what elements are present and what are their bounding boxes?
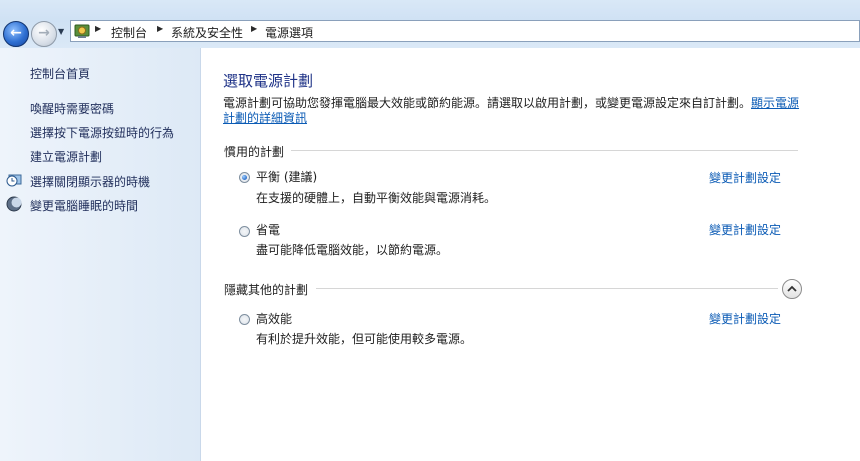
breadcrumb-control-panel[interactable]: 控制台 (111, 24, 147, 41)
sidebar-item-display-off[interactable]: 選擇關閉顯示器的時機 (30, 173, 150, 190)
collapse-button[interactable] (782, 279, 802, 299)
chevron-up-icon (787, 285, 797, 292)
preferred-plans-header: 慣用的計劃 (224, 145, 285, 159)
address-toolbar: ← → ▼ ▶ 控制台 ▶ 系統及安全性 ▶ 電源選項 (0, 0, 860, 48)
recent-pages-dropdown[interactable]: ▼ (58, 27, 64, 36)
plan-high-performance-name[interactable]: 高效能 (256, 310, 292, 327)
sidebar-item-sleep-time[interactable]: 變更電腦睡眠的時間 (30, 197, 138, 214)
back-button[interactable]: ← (3, 21, 29, 47)
control-panel-icon (74, 24, 90, 38)
change-plan-settings-link[interactable]: 變更計劃設定 (709, 310, 781, 327)
plan-high-performance-desc: 有利於提升效能，但可能使用較多電源。 (256, 332, 473, 346)
page-description: 電源計劃可協助您發揮電腦最大效能或節約能源。請選取以啟用計劃，或變更電源設定來自… (223, 96, 803, 126)
sidebar-item-home[interactable]: 控制台首頁 (30, 65, 90, 82)
change-plan-settings-link[interactable]: 變更計劃設定 (709, 169, 781, 186)
page-title: 選取電源計劃 (223, 72, 314, 90)
moon-sleep-icon (6, 196, 22, 212)
description-text: 電源計劃可協助您發揮電腦最大效能或節約能源。請選取以啟用計劃，或變更電源設定來自… (223, 96, 752, 110)
change-plan-settings-link[interactable]: 變更計劃設定 (709, 221, 781, 238)
plan-balanced-desc: 在支援的硬體上，自動平衡效能與電源消耗。 (256, 191, 497, 205)
breadcrumb-separator-icon[interactable]: ▶ (157, 24, 163, 33)
breadcrumb-system-security[interactable]: 系統及安全性 (171, 24, 243, 41)
breadcrumb-separator-icon[interactable]: ▶ (251, 24, 257, 33)
hidden-plans-header: 隱藏其他的計劃 (224, 283, 309, 297)
clock-monitor-icon (6, 174, 22, 187)
plan-high-performance-radio[interactable] (239, 314, 250, 325)
breadcrumb-power-options[interactable]: 電源選項 (265, 24, 313, 41)
sidebar-item-power-button[interactable]: 選擇按下電源按鈕時的行為 (30, 124, 174, 141)
sidebar-item-wake-password[interactable]: 喚醒時需要密碼 (30, 100, 114, 117)
address-bar[interactable]: ▶ 控制台 ▶ 系統及安全性 ▶ 電源選項 (70, 20, 860, 42)
plan-balanced-radio[interactable] (239, 172, 250, 183)
breadcrumb-separator-icon[interactable]: ▶ (95, 24, 101, 33)
forward-button[interactable]: → (31, 21, 57, 47)
sidebar-item-create-plan[interactable]: 建立電源計劃 (30, 148, 102, 165)
divider (291, 150, 798, 151)
divider (316, 288, 778, 289)
plan-balanced-name[interactable]: 平衡 (建議) (256, 168, 317, 185)
plan-power-saver-desc: 盡可能降低電腦效能，以節約電源。 (256, 243, 449, 257)
plan-power-saver-radio[interactable] (239, 226, 250, 237)
plan-power-saver-name[interactable]: 省電 (256, 221, 280, 238)
